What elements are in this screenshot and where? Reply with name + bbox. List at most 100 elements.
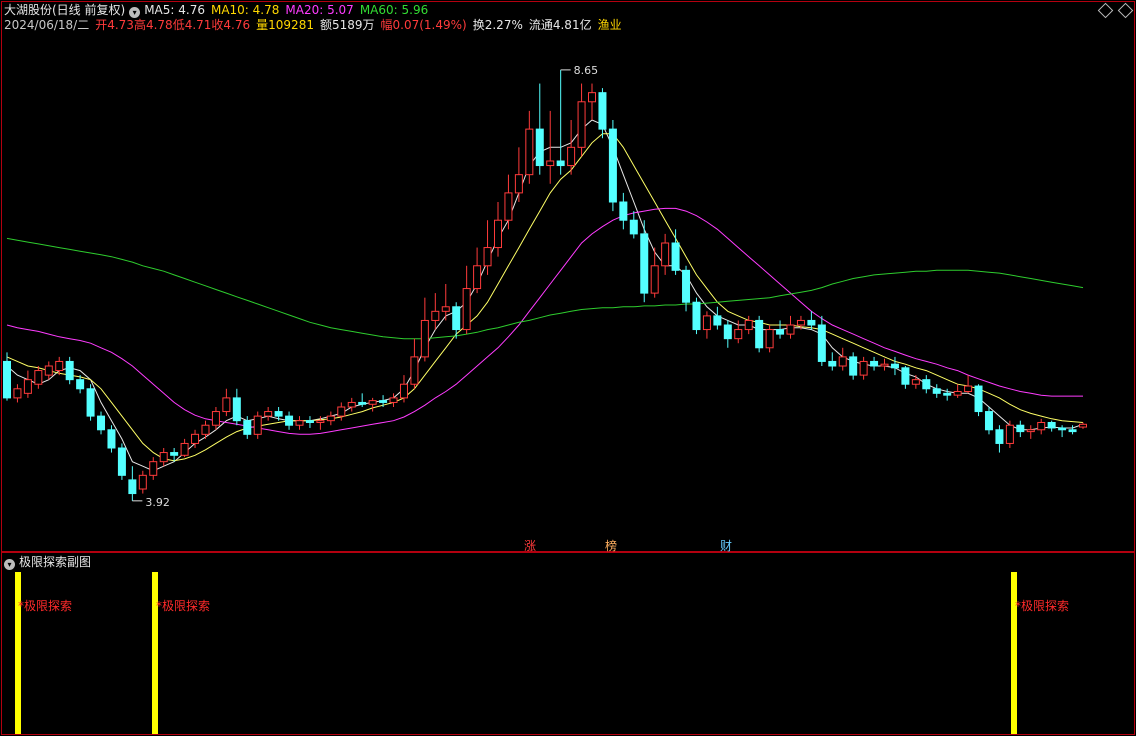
candle-down: [358, 401, 367, 405]
min-price-label: 3.92: [145, 496, 170, 509]
candle-down: [870, 360, 879, 367]
candle-down: [232, 397, 241, 422]
candle-up: [661, 242, 670, 267]
candle-down: [1058, 427, 1067, 431]
candle-up: [1037, 421, 1046, 431]
candle-up: [431, 310, 440, 321]
ma5-line: [6, 119, 1084, 472]
candle-up: [191, 433, 200, 444]
candle-up: [702, 315, 711, 331]
candle-down: [984, 411, 993, 431]
candle-down: [901, 367, 910, 385]
candle-down: [86, 388, 95, 417]
candle-down: [692, 301, 701, 331]
candle-down: [890, 363, 899, 369]
candle-down: [107, 429, 116, 449]
candle-up: [441, 306, 450, 312]
candle-up: [55, 360, 64, 372]
candle-up: [420, 319, 429, 358]
candle-up: [201, 424, 210, 435]
candle-down: [1068, 429, 1077, 433]
candle-up: [546, 160, 555, 167]
candle-up: [138, 474, 147, 490]
candle-down: [3, 360, 11, 399]
marker-zhang[interactable]: 涨: [524, 537, 536, 554]
subchart-dropdown-icon[interactable]: ▾: [4, 559, 15, 570]
candle-up: [514, 174, 523, 194]
candle-up: [211, 411, 220, 426]
candle-down: [76, 379, 85, 390]
candle-down: [828, 360, 837, 367]
candle-down: [995, 429, 1004, 444]
candle-down: [671, 242, 680, 271]
candle-down: [97, 415, 106, 431]
signal-label: *极限探索: [18, 599, 73, 613]
candle-up: [859, 360, 868, 376]
candle-up: [734, 329, 743, 340]
candle-up: [316, 420, 325, 423]
candle-up: [410, 356, 419, 385]
candle-up: [588, 92, 597, 103]
candle-up: [567, 146, 576, 167]
candle-up: [880, 363, 889, 367]
candle-down: [922, 379, 931, 390]
candle-down: [1047, 421, 1056, 429]
candle-up: [473, 265, 482, 290]
candle-down: [723, 324, 732, 340]
candle-down: [807, 319, 816, 326]
candle-down: [170, 452, 179, 456]
ma20-line: [6, 207, 1083, 435]
candle-down: [1016, 424, 1025, 433]
candle-up: [295, 420, 304, 426]
candle-up: [264, 411, 273, 417]
candle-up: [838, 356, 847, 367]
candle-up: [796, 319, 805, 326]
candle-down: [65, 360, 74, 381]
candle-down: [305, 420, 314, 423]
candle-up: [326, 415, 335, 422]
candle-down: [598, 92, 607, 130]
ma60-line: [6, 237, 1084, 340]
candle-up: [23, 379, 32, 394]
max-price-label: 8.65: [574, 64, 599, 77]
candle-down: [629, 219, 638, 235]
candle-down: [285, 415, 294, 426]
candle-down: [128, 479, 137, 495]
candle-up: [650, 265, 659, 294]
candle-down: [974, 385, 983, 413]
candle-up: [744, 319, 753, 331]
kline-svg: 8.65 3.92: [3, 64, 1087, 509]
candle-up: [389, 397, 398, 403]
candle-up: [964, 385, 973, 393]
candle-down: [849, 356, 858, 376]
candle-down: [608, 128, 617, 203]
candle-up: [368, 400, 377, 405]
candle-up: [1079, 423, 1087, 428]
candle-down: [817, 324, 826, 362]
candle-up: [911, 379, 920, 385]
candle-up: [525, 128, 534, 176]
subchart-header: ▾ 极限探索副图: [4, 555, 91, 570]
candle-up: [1005, 424, 1014, 444]
candle-down: [943, 392, 952, 396]
candle-down: [713, 315, 722, 326]
marker-bang[interactable]: 榜: [605, 537, 617, 554]
candle-down: [452, 306, 461, 331]
candle-up: [953, 391, 962, 396]
marker-cai[interactable]: 财: [720, 537, 732, 554]
candle-down: [243, 420, 252, 435]
candle-up: [504, 192, 513, 221]
candle-down: [619, 201, 628, 221]
ma10-line: [6, 133, 1084, 462]
candle-up: [462, 288, 471, 331]
candle-down: [556, 160, 565, 167]
candle-up: [483, 247, 492, 267]
candle-down: [535, 128, 544, 167]
candle-up: [222, 397, 231, 413]
candle-up: [786, 324, 795, 335]
candle-down: [932, 388, 941, 394]
candle-up: [149, 461, 158, 476]
candle-down: [379, 400, 388, 403]
chart-stage: 大湖股份(日线 前复权) ▾ MA5: 4.76 MA10: 4.78 MA20: 5.…: [0, 0, 1136, 736]
candle-up: [765, 329, 774, 349]
